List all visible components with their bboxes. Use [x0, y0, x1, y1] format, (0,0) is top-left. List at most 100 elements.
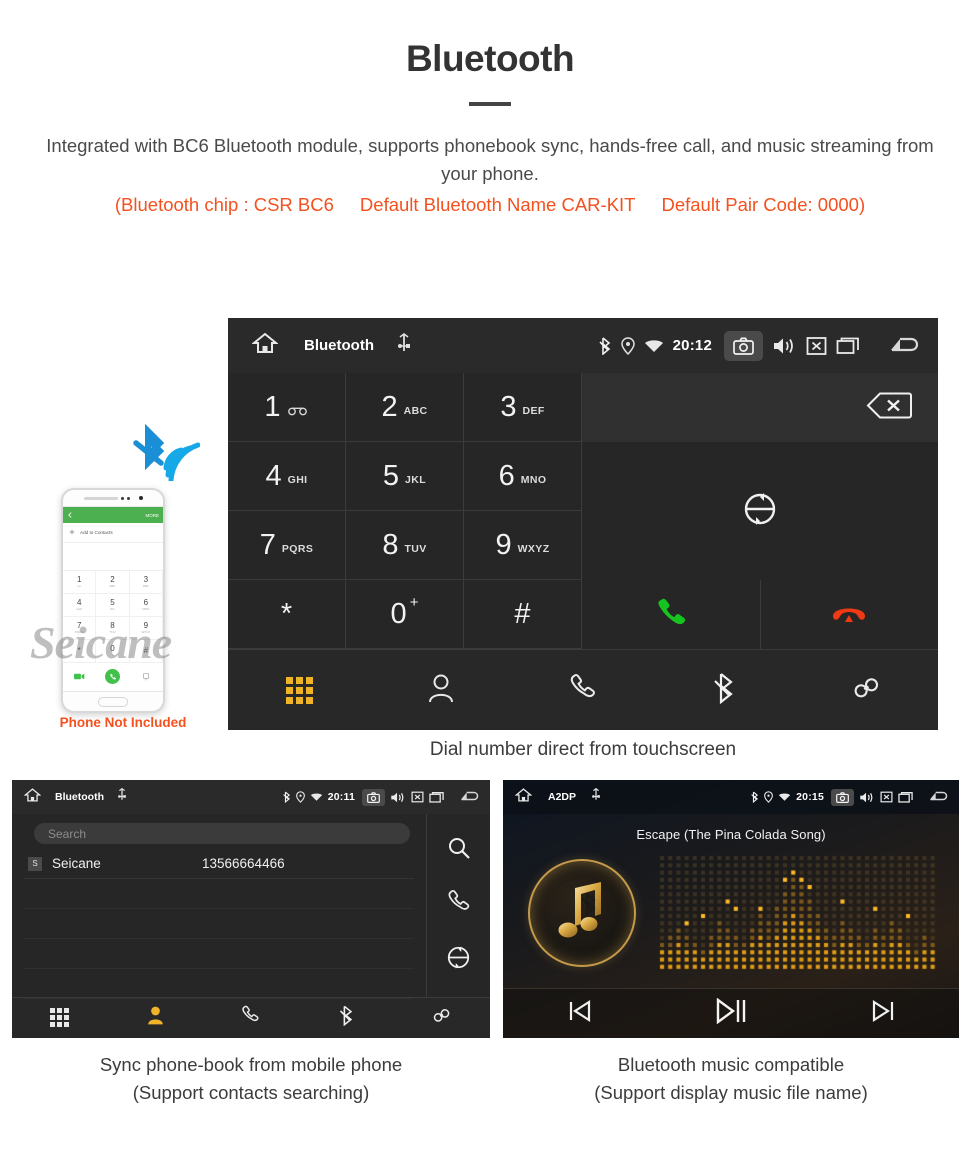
play-pause-icon	[716, 997, 746, 1029]
tab-call-log[interactable]	[203, 1005, 299, 1030]
intro-paragraph: Integrated with BC6 Bluetooth module, su…	[46, 135, 934, 184]
phonebook-clock: 20:11	[327, 791, 355, 803]
phone-add-to-contacts-row: Add to Contacts	[63, 523, 163, 543]
close-box-icon[interactable]	[806, 336, 827, 356]
end-call-icon	[829, 600, 869, 629]
phonebook-list-area: Search S Seicane 13566664466	[12, 814, 426, 999]
phone-screen: MORE Add to Contacts 1 oo 2 ABC 3 DEF 4 GHI …	[63, 506, 163, 692]
key-7[interactable]: 7 PQRS	[228, 511, 346, 580]
call-icon[interactable]	[447, 889, 471, 920]
sync-icon[interactable]	[446, 945, 471, 975]
next-track-icon	[872, 999, 895, 1027]
tab-keypad[interactable]	[228, 676, 370, 704]
table-row[interactable]	[24, 939, 414, 969]
spec-line: (Bluetooth chip : CSR BC6 Default Bluetoo…	[0, 194, 980, 216]
dialer-caption: Dial number direct from touchscreen	[429, 739, 737, 760]
next-track-button[interactable]	[807, 999, 959, 1027]
tab-contacts[interactable]	[370, 673, 512, 708]
camera-icon[interactable]	[724, 330, 763, 361]
key-9[interactable]: 9 WXYZ	[464, 511, 582, 580]
home-icon[interactable]	[251, 331, 279, 360]
key-6[interactable]: 6 MNO	[464, 442, 582, 511]
phone-device: MORE Add to Contacts 1 oo 2 ABC 3 DEF 4 GHI …	[61, 488, 165, 713]
backspace-icon[interactable]	[866, 391, 912, 424]
table-row[interactable]	[24, 879, 414, 909]
phone-keypad: 1 oo 2 ABC 3 DEF 4 GHI 5 JKL 6 MNO 7 PQRS 8 TUV …	[63, 571, 163, 663]
usb-icon	[397, 333, 410, 358]
back-icon[interactable]	[888, 335, 924, 357]
key-0[interactable]: 0 +	[346, 580, 464, 649]
dialer-statusbar: Bluetooth 20:12	[228, 318, 938, 373]
search-input[interactable]: Search	[34, 823, 410, 844]
close-box-icon[interactable]	[411, 791, 424, 803]
recents-icon[interactable]	[836, 336, 861, 356]
camera-icon[interactable]	[831, 788, 854, 806]
bluetooth-dialer-screenshot: Bluetooth 20:12 1 2 ABC 3 DEF 4 GHI 5 JK…	[228, 318, 938, 730]
bluetooth-music-screenshot: A2DP 20:15 Escape (The Pina Colada Song)	[503, 780, 959, 1038]
bluetooth-icon	[751, 791, 759, 803]
previous-track-button[interactable]	[503, 999, 655, 1027]
sync-icon	[742, 491, 778, 532]
location-icon	[764, 791, 774, 803]
phone-key: 9 WXYZ	[129, 617, 163, 640]
back-icon[interactable]	[459, 790, 482, 804]
bluetooth-icon	[713, 672, 737, 709]
call-log-icon	[241, 1005, 260, 1030]
now-playing-title: Escape (The Pina Colada Song)	[636, 827, 826, 842]
music-caption: Bluetooth music compatible (Support disp…	[503, 1051, 959, 1107]
search-icon[interactable]	[447, 836, 471, 865]
tab-bluetooth[interactable]	[299, 1005, 395, 1031]
back-icon[interactable]	[928, 790, 951, 804]
music-statusbar: A2DP 20:15	[503, 780, 959, 814]
pair-link-icon	[852, 672, 882, 709]
tab-pair-link[interactable]	[796, 672, 938, 709]
volume-icon[interactable]	[772, 336, 797, 356]
dialed-number-display[interactable]	[582, 373, 938, 442]
key-8[interactable]: 8 TUV	[346, 511, 464, 580]
key-2[interactable]: 2 ABC	[346, 373, 464, 442]
key-3[interactable]: 3 DEF	[464, 373, 582, 442]
pair-link-icon	[432, 1005, 452, 1031]
sync-button[interactable]	[582, 442, 938, 580]
call-icon	[654, 595, 688, 634]
equalizer-dots	[658, 855, 939, 971]
table-row[interactable]: S Seicane 13566664466	[24, 849, 414, 879]
play-pause-button[interactable]	[655, 997, 807, 1029]
video-call-icon	[63, 673, 96, 680]
recents-icon[interactable]	[898, 791, 914, 804]
home-icon[interactable]	[23, 787, 42, 808]
tab-call-log[interactable]	[512, 673, 654, 708]
keypad-icon	[50, 1008, 70, 1027]
dialer-clock: 20:12	[672, 337, 712, 354]
music-player-body	[503, 850, 959, 976]
tab-bluetooth[interactable]	[654, 672, 796, 709]
volume-icon[interactable]	[390, 791, 406, 804]
key-star[interactable]: *	[228, 580, 346, 649]
dialer-keypad: 1 2 ABC 3 DEF 4 GHI 5 JKL 6 MNO 7 PQRS 8…	[228, 373, 938, 649]
tab-keypad[interactable]	[12, 1008, 108, 1027]
dialer-screen-title: Bluetooth	[304, 337, 374, 354]
phone-number-field	[63, 543, 163, 571]
key-5[interactable]: 5 JKL	[346, 442, 464, 511]
table-row[interactable]	[24, 909, 414, 939]
tab-pair-link[interactable]	[394, 1005, 490, 1031]
tab-contacts[interactable]	[108, 1005, 204, 1030]
volume-icon[interactable]	[859, 791, 875, 804]
key-1[interactable]: 1	[228, 373, 346, 442]
close-box-icon[interactable]	[880, 791, 893, 803]
home-icon[interactable]	[514, 787, 533, 808]
end-call-button[interactable]	[760, 580, 938, 649]
recents-icon[interactable]	[429, 791, 445, 804]
call-button[interactable]	[582, 580, 761, 649]
phonebook-side-actions	[426, 814, 490, 997]
key-4[interactable]: 4 GHI	[228, 442, 346, 511]
call-icon	[96, 669, 129, 684]
phonebook-navbar	[12, 997, 490, 1037]
table-row[interactable]	[24, 969, 414, 999]
camera-icon[interactable]	[362, 788, 385, 806]
spec-chip: (Bluetooth chip : CSR BC6	[114, 194, 334, 215]
bluetooth-icon	[282, 791, 291, 803]
keyboard-icon	[130, 672, 163, 681]
key-hash[interactable]: #	[464, 580, 582, 649]
phone-add-label: Add to Contacts	[80, 530, 113, 535]
